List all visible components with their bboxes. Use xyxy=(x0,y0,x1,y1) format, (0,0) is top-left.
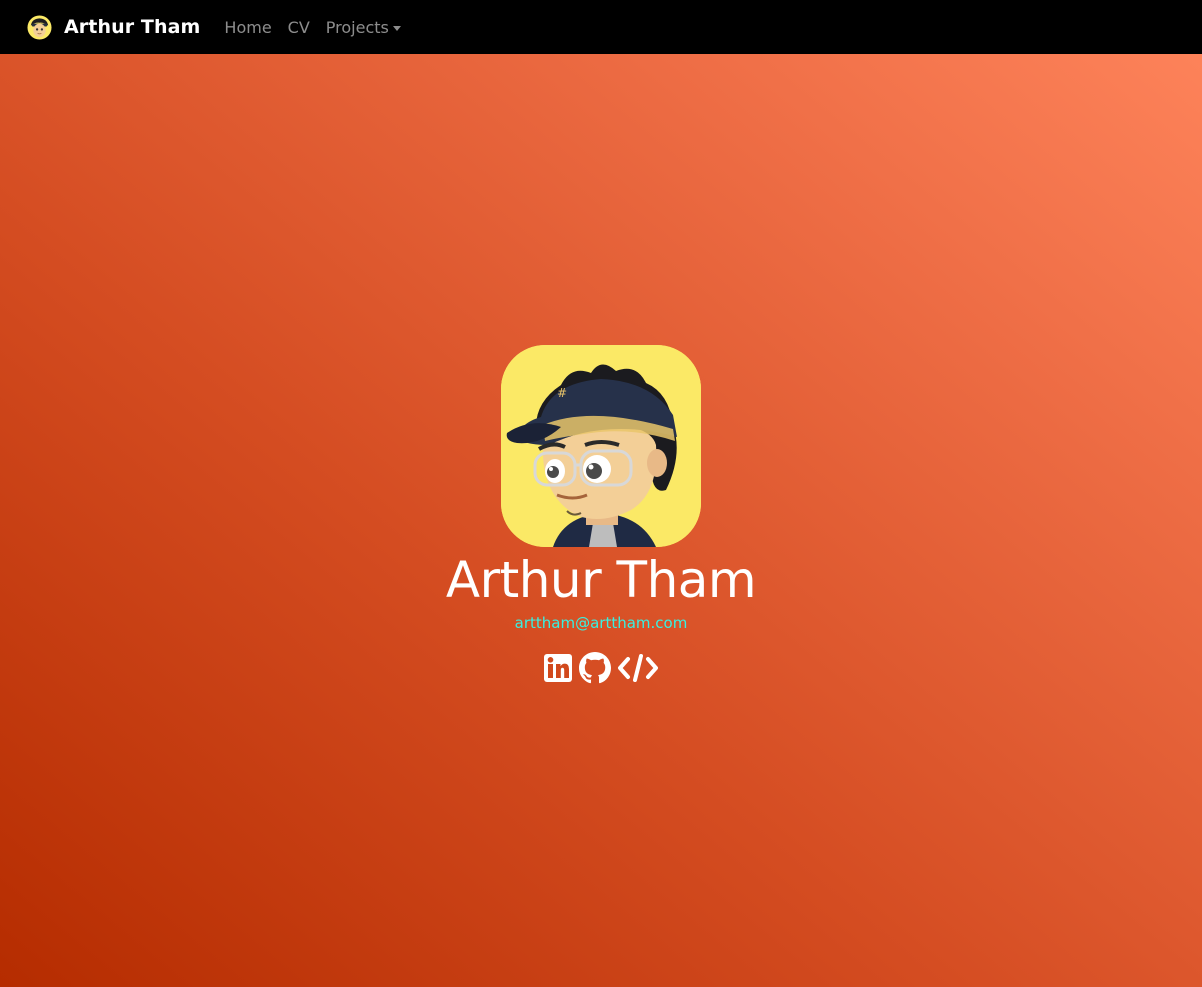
social-links xyxy=(0,652,1202,684)
caret-down-icon xyxy=(392,25,401,31)
github-link[interactable] xyxy=(579,652,611,684)
code-icon xyxy=(618,654,658,682)
code-link[interactable] xyxy=(617,652,659,684)
linkedin-link[interactable] xyxy=(543,653,573,683)
linkedin-icon xyxy=(544,654,572,682)
cartoon-avatar-icon: # xyxy=(501,345,701,547)
github-icon xyxy=(579,652,611,684)
profile-hero: # Arthur Tham arttham@arttham.com xyxy=(0,345,1202,684)
top-navbar: Arthur Tham Home CV Projects xyxy=(0,0,1202,54)
email-link[interactable]: arttham@arttham.com xyxy=(515,614,688,632)
profile-avatar: # xyxy=(501,345,701,547)
brand-name: Arthur Tham xyxy=(64,16,201,38)
svg-text:#: # xyxy=(557,386,567,400)
nav-cv[interactable]: CV xyxy=(288,18,310,37)
profile-name: Arthur Tham xyxy=(445,551,757,609)
nav-home[interactable]: Home xyxy=(224,18,271,37)
nav-projects-label: Projects xyxy=(325,17,389,37)
nav-projects-dropdown[interactable]: Projects xyxy=(326,18,401,37)
nav-links: Home CV Projects xyxy=(224,18,416,37)
brand-avatar-icon xyxy=(27,14,52,40)
brand-link[interactable]: Arthur Tham xyxy=(27,14,201,40)
